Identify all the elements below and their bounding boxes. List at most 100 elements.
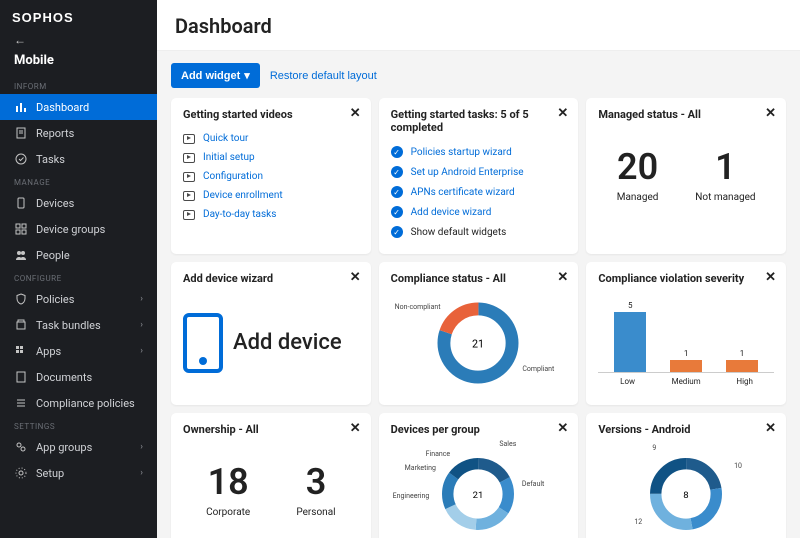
task-item[interactable]: ✓Add device wizard	[391, 202, 567, 222]
video-link[interactable]: Configuration	[203, 171, 263, 182]
video-item[interactable]: Configuration	[183, 167, 359, 186]
sidebar-item-device-groups[interactable]: Device groups	[0, 216, 157, 242]
stat-label: Not managed	[695, 192, 755, 203]
stat-corporate[interactable]: 18 Corporate	[206, 461, 250, 518]
donut-chart[interactable]: 8 9 10 11 12	[598, 444, 774, 538]
stat-managed[interactable]: 20 Managed	[617, 146, 659, 203]
close-icon[interactable]: ✕	[557, 106, 568, 121]
stat-number: 20	[617, 146, 659, 188]
app-title: Mobile	[0, 49, 157, 76]
donut-center: 8	[683, 490, 688, 501]
video-item[interactable]: Quick tour	[183, 129, 359, 148]
stat-label: Corporate	[206, 507, 250, 518]
stat-not-managed[interactable]: 1 Not managed	[695, 146, 755, 203]
video-link[interactable]: Quick tour	[203, 133, 248, 144]
bar-chart[interactable]: 5 1 1	[598, 293, 774, 373]
card-devices-per-group: Devices per group ✕ 21 Sales Finance Mar…	[379, 413, 579, 538]
shield-icon	[14, 292, 28, 306]
add-widget-button[interactable]: Add widget ▾	[171, 63, 260, 88]
sidebar-item-compliance-policies[interactable]: Compliance policies	[0, 390, 157, 416]
bar-high[interactable]: 1	[722, 349, 762, 372]
close-icon[interactable]: ✕	[350, 106, 361, 121]
task-link[interactable]: Policies startup wizard	[411, 147, 512, 158]
video-item[interactable]: Device enrollment	[183, 186, 359, 205]
sidebar-item-documents[interactable]: Documents	[0, 364, 157, 390]
card-title: Ownership - All	[183, 423, 359, 436]
version-label: 12	[634, 518, 642, 526]
nav-label: People	[36, 249, 70, 262]
video-item[interactable]: Day-to-day tasks	[183, 205, 359, 224]
stat-personal[interactable]: 3 Personal	[296, 461, 335, 518]
restore-layout-button[interactable]: Restore default layout	[270, 70, 377, 82]
card-versions-android: Versions - Android ✕ 8 9 10 11 12	[586, 413, 786, 538]
card-title: Compliance violation severity	[598, 272, 774, 285]
list-icon	[14, 396, 28, 410]
sidebar-item-apps[interactable]: Apps ›	[0, 338, 157, 364]
task-item[interactable]: ✓Policies startup wizard	[391, 142, 567, 162]
task-link[interactable]: Add device wizard	[411, 207, 492, 218]
section-manage: MANAGE	[0, 172, 157, 190]
sidebar-item-tasks[interactable]: Tasks	[0, 146, 157, 172]
sidebar-item-devices[interactable]: Devices	[0, 190, 157, 216]
sidebar-item-policies[interactable]: Policies ›	[0, 286, 157, 312]
video-item[interactable]: Initial setup	[183, 148, 359, 167]
task-item[interactable]: ✓Set up Android Enterprise	[391, 162, 567, 182]
stat-number: 3	[296, 461, 335, 503]
section-settings: SETTINGS	[0, 416, 157, 434]
bar-medium[interactable]: 1	[666, 349, 706, 372]
sidebar-item-people[interactable]: People	[0, 242, 157, 268]
check-circle-icon	[14, 152, 28, 166]
video-link[interactable]: Initial setup	[203, 152, 255, 163]
content: Add widget ▾ Restore default layout Gett…	[157, 51, 800, 538]
task-list: ✓Policies startup wizard ✓Set up Android…	[391, 142, 567, 242]
card-violation-severity: Compliance violation severity ✕ 5 1 1 Lo…	[586, 262, 786, 405]
chevron-down-icon: ▾	[244, 69, 250, 82]
nav-label: Tasks	[36, 153, 65, 166]
close-icon[interactable]: ✕	[765, 421, 776, 436]
card-title: Managed status - All	[598, 108, 774, 121]
card-compliance-status: Compliance status - All ✕ 21 Non-complia…	[379, 262, 579, 405]
nav-label: App groups	[36, 441, 92, 454]
card-tasks: Getting started tasks: 5 of 5 completed …	[379, 98, 579, 254]
donut-chart[interactable]: 21 Sales Finance Marketing Engineering C…	[391, 444, 567, 538]
close-icon[interactable]: ✕	[765, 270, 776, 285]
sidebar-item-dashboard[interactable]: Dashboard	[0, 94, 157, 120]
bar-label: High	[725, 377, 765, 386]
doc-icon	[14, 370, 28, 384]
phone-icon	[183, 313, 223, 373]
task-link[interactable]: APNs certificate wizard	[411, 187, 515, 198]
close-icon[interactable]: ✕	[350, 421, 361, 436]
donut-center: 21	[472, 337, 484, 350]
bar-label: Medium	[666, 377, 706, 386]
group-label: Finance	[426, 450, 451, 458]
back-arrow-icon[interactable]: ←	[0, 31, 157, 49]
nav-label: Task bundles	[36, 319, 101, 332]
add-device-button[interactable]: Add device	[183, 293, 359, 393]
close-icon[interactable]: ✕	[765, 106, 776, 121]
label-compliant: Compliant	[522, 365, 554, 373]
group-label: Marketing	[405, 464, 436, 472]
people-icon	[14, 248, 28, 262]
file-icon	[14, 126, 28, 140]
sidebar-item-reports[interactable]: Reports	[0, 120, 157, 146]
sidebar-item-setup[interactable]: Setup ›	[0, 460, 157, 486]
task-item[interactable]: ✓APNs certificate wizard	[391, 182, 567, 202]
bar-low[interactable]: 5	[610, 301, 650, 372]
sidebar-item-task-bundles[interactable]: Task bundles ›	[0, 312, 157, 338]
task-link[interactable]: Set up Android Enterprise	[411, 167, 524, 178]
close-icon[interactable]: ✕	[557, 270, 568, 285]
close-icon[interactable]: ✕	[557, 421, 568, 436]
card-title: Devices per group	[391, 423, 567, 436]
video-link[interactable]: Device enrollment	[203, 190, 283, 201]
task-item[interactable]: ✓Show default widgets	[391, 222, 567, 242]
chevron-right-icon: ›	[140, 294, 143, 304]
donut-chart[interactable]: 21 Non-compliant Compliant	[391, 293, 567, 393]
video-link[interactable]: Day-to-day tasks	[203, 209, 276, 220]
page-title: Dashboard	[157, 0, 800, 51]
close-icon[interactable]: ✕	[350, 270, 361, 285]
card-title: Getting started videos	[183, 108, 359, 121]
sidebar-item-app-groups[interactable]: App groups ›	[0, 434, 157, 460]
card-title: Compliance status - All	[391, 272, 567, 285]
chevron-right-icon: ›	[140, 320, 143, 330]
version-label: 9	[652, 444, 656, 452]
